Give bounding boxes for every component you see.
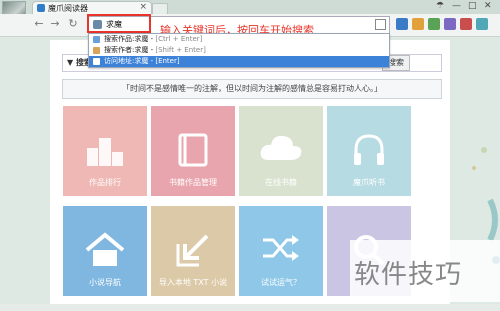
headphones-icon <box>354 134 384 165</box>
maximize-button[interactable]: □ <box>468 1 477 11</box>
bookmark-icon[interactable] <box>412 18 424 30</box>
home-icon <box>85 232 125 266</box>
book-icon <box>93 36 100 43</box>
minimize-button[interactable]: — <box>452 1 461 11</box>
book-icon <box>178 133 208 167</box>
import-arrow-icon <box>176 234 209 267</box>
autocomplete-dropdown: 搜索作品:求魔 - [Ctrl + Enter] 搜索作者:求魔 - [Shif… <box>88 33 390 68</box>
tab-title: 魔爪阅读器 <box>48 4 88 13</box>
tab-close-icon[interactable]: × <box>139 2 147 12</box>
person-icon <box>93 47 100 54</box>
autocomplete-hint: [Shift + Enter] <box>155 46 206 54</box>
refresh-button[interactable]: ↻ <box>66 17 80 31</box>
home-icon[interactable] <box>396 18 408 30</box>
back-button[interactable]: ← <box>32 17 46 31</box>
autocomplete-item-author[interactable]: 搜索作者:求魔 - [Shift + Enter] <box>89 45 389 56</box>
podium-icon <box>87 138 123 166</box>
reader-mode-icon[interactable] <box>375 19 386 30</box>
tile-label: 导入本地 TXT 小说 <box>158 278 228 287</box>
quote-banner: 「时间不是感情唯一的注解，但以时间为注解的感情总是容易打动人心。」 <box>62 79 442 99</box>
tile-label: 在线书籍 <box>265 178 297 187</box>
autocomplete-item-visit[interactable]: 访问地址:求魔 - [Enter] <box>89 56 389 67</box>
tile-ranking[interactable]: 作品排行 <box>63 106 147 196</box>
autocomplete-label: 访问地址:求魔 <box>104 57 149 65</box>
tile-book-management[interactable]: 书籍作品管理 <box>151 106 235 196</box>
tile-label: 试试运气？ <box>261 278 301 287</box>
autocomplete-hint: [Ctrl + Enter] <box>155 35 203 43</box>
download-icon[interactable] <box>428 18 440 30</box>
autocomplete-label: 搜索作品:求魔 <box>104 35 149 43</box>
forward-button[interactable]: → <box>48 17 62 31</box>
tools-icon[interactable] <box>460 18 472 30</box>
menu-icon[interactable] <box>476 18 488 30</box>
watermark-text: 软件技巧 <box>354 260 463 290</box>
tile-label: 小说导航 <box>89 278 121 287</box>
skin-icon[interactable]: ☂ <box>436 1 444 11</box>
tile-import-txt[interactable]: 导入本地 TXT 小说 <box>151 206 235 296</box>
tile-online-books[interactable]: 在线书籍 <box>239 106 323 196</box>
tile-audiobook[interactable]: 魔爪听书 <box>327 106 411 196</box>
tab-favicon-icon <box>37 4 45 12</box>
highlight-box <box>87 14 151 33</box>
tab-main[interactable]: 魔爪阅读器 × <box>32 1 152 15</box>
cloud-icon <box>260 135 302 160</box>
autocomplete-item-work[interactable]: 搜索作品:求魔 - [Ctrl + Enter] <box>89 34 389 45</box>
watermark: 软件技巧 <box>350 240 500 302</box>
tile-novel-nav[interactable]: 小说导航 <box>63 206 147 296</box>
autocomplete-label: 搜索作者:求魔 <box>104 46 149 54</box>
close-window-button[interactable]: ✕ <box>484 1 492 11</box>
autocomplete-hint: [Enter] <box>155 57 180 65</box>
tile-label: 魔爪听书 <box>353 178 385 187</box>
tile-label: 书籍作品管理 <box>169 178 217 187</box>
globe-icon <box>93 58 100 65</box>
tile-lucky[interactable]: 试试运气？ <box>239 206 323 296</box>
status-bar <box>0 304 500 311</box>
shuffle-icon <box>263 235 299 261</box>
tile-label: 作品排行 <box>89 178 121 187</box>
extension-icon[interactable] <box>444 18 456 30</box>
